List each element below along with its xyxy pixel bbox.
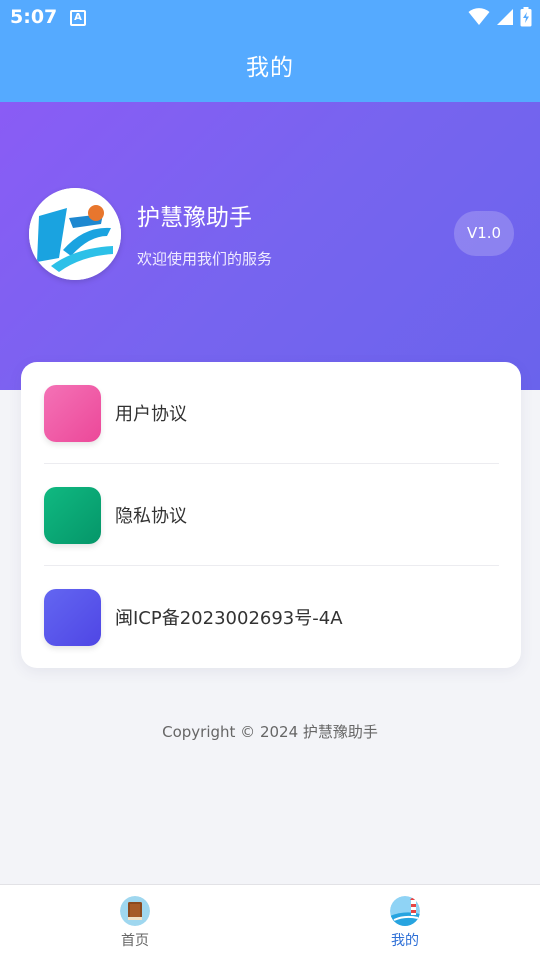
- menu-item-label: 用户协议: [115, 404, 187, 425]
- copyright-text: Copyright © 2024 护慧豫助手: [162, 723, 378, 741]
- app-header: 5:07 A 我的: [0, 0, 540, 102]
- tab-home[interactable]: 首页: [0, 885, 270, 960]
- welcome-subtitle: 欢迎使用我们的服务: [137, 250, 273, 268]
- tab-label: 我的: [391, 933, 419, 949]
- user-agreement-icon: [44, 384, 101, 442]
- battery-icon: [520, 7, 532, 27]
- lighthouse-icon: [390, 896, 420, 926]
- app-logo: [29, 188, 121, 280]
- version-badge: V1.0: [454, 211, 514, 256]
- status-icons: [468, 7, 532, 27]
- app-name: 护慧豫助手: [137, 205, 252, 231]
- bottom-nav: 首页 我的: [0, 884, 540, 960]
- page-title: 我的: [246, 55, 294, 81]
- menu-item-label: 隐私协议: [115, 506, 187, 527]
- status-bar: 5:07 A: [0, 0, 540, 36]
- cell-signal-icon: [497, 9, 513, 25]
- accessibility-a-icon: A: [70, 10, 86, 26]
- wifi-icon: [468, 8, 490, 25]
- profile-hero: 护慧豫助手 欢迎使用我们的服务 V1.0: [0, 102, 540, 390]
- menu-item-privacy-agreement[interactable]: 隐私协议: [44, 464, 499, 566]
- privacy-agreement-icon: [44, 486, 101, 544]
- settings-card: 用户协议 隐私协议 闽ICP备2023002693号-4A: [21, 362, 521, 668]
- tab-label: 首页: [121, 933, 149, 949]
- menu-item-label: 闽ICP备2023002693号-4A: [115, 608, 343, 629]
- icp-record-icon: [44, 588, 101, 646]
- menu-item-icp-record[interactable]: 闽ICP备2023002693号-4A: [44, 566, 499, 668]
- menu-item-user-agreement[interactable]: 用户协议: [44, 362, 499, 464]
- tab-mine[interactable]: 我的: [270, 885, 540, 960]
- book-icon: [120, 896, 150, 926]
- status-time: 5:07: [10, 6, 58, 28]
